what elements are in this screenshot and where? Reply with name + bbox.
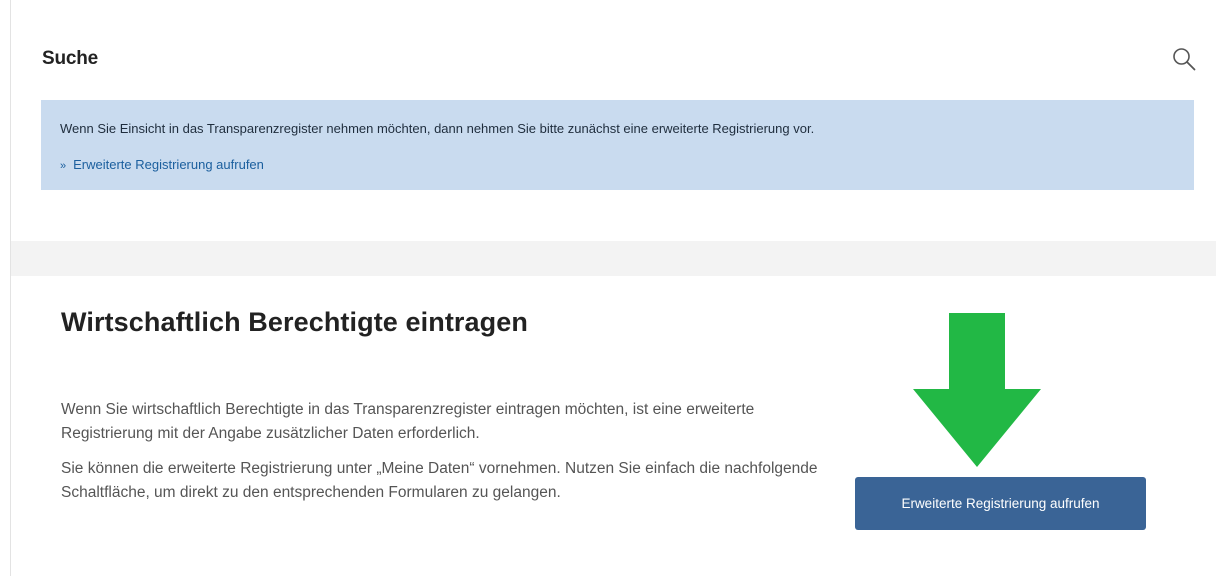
chevron-right-icon: » [60,160,67,172]
search-title: Suche [42,48,99,69]
section-divider [11,241,1216,276]
search-icon[interactable] [1171,46,1197,72]
arrow-down-icon [913,313,1041,467]
info-box: Wenn Sie Einsicht in das Transparenzregi… [41,100,1194,190]
extended-registration-button[interactable]: Erweiterte Registrierung aufrufen [855,477,1146,530]
register-title: Wirtschaftlich Berechtigte eintragen [61,307,528,337]
extended-registration-link[interactable]: » Erweiterte Registrierung aufrufen [60,157,264,172]
search-section: Suche Wenn Sie Einsicht in das Transpare… [11,0,1216,241]
info-text: Wenn Sie Einsicht in das Transparenzregi… [60,121,815,136]
extended-registration-link-label: Erweiterte Registrierung aufrufen [73,157,264,172]
register-paragraph-2: Sie können die erweiterte Registrierung … [61,460,818,501]
register-paragraph-1: Wenn Sie wirtschaftlich Berechtigte in d… [61,401,755,442]
page: Suche Wenn Sie Einsicht in das Transpare… [0,0,1216,576]
